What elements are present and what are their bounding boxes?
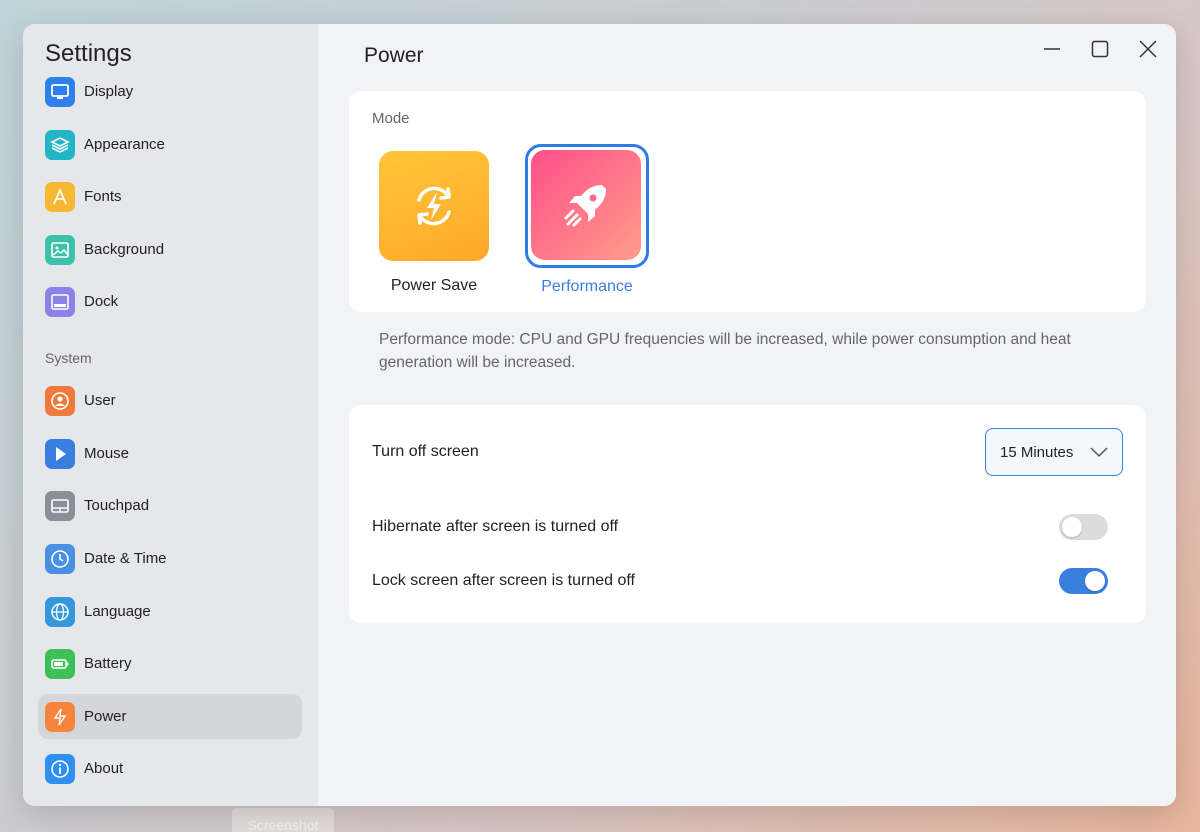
- sidebar-item-label: Background: [84, 241, 165, 258]
- hibernate-label: Hibernate after screen is turned off: [372, 518, 619, 535]
- screen-settings-card: Turn off screen 15 Minutes Hibernate aft…: [349, 405, 1146, 623]
- sidebar-item-background[interactable]: Background: [38, 227, 302, 272]
- mode-card: Mode Power Save Performance: [349, 91, 1146, 312]
- minimize-icon: [1044, 48, 1060, 50]
- maximize-icon: [1091, 40, 1109, 58]
- globe-icon: [45, 596, 75, 627]
- sidebar-item-label: Battery: [84, 655, 132, 672]
- sidebar-item-dock[interactable]: Dock: [38, 279, 302, 324]
- window-controls: [1036, 36, 1164, 62]
- hibernate-toggle[interactable]: [1059, 514, 1108, 540]
- sidebar-item-mouse[interactable]: Mouse: [38, 431, 302, 476]
- sidebar-item-label: Mouse: [84, 445, 130, 462]
- chevron-down-icon: [1090, 447, 1108, 458]
- sidebar-title: Settings: [45, 40, 132, 67]
- user-icon: [45, 385, 75, 416]
- sidebar-item-about[interactable]: About: [38, 746, 302, 791]
- background-screenshot-label: Screenshot: [232, 808, 334, 832]
- mode-title: Mode: [372, 110, 410, 127]
- mode-option-power-save[interactable]: Power Save: [372, 151, 496, 295]
- settings-window: Settings Display Appearance Fonts Backgr…: [23, 24, 1176, 806]
- sidebar-item-label: Touchpad: [84, 497, 150, 514]
- sidebar-item-date-time[interactable]: Date & Time: [38, 536, 302, 581]
- toggle-knob: [1085, 571, 1105, 591]
- battery-icon: [45, 648, 75, 679]
- image-icon: [45, 234, 75, 265]
- close-button[interactable]: [1132, 36, 1164, 62]
- sidebar-item-label: Display: [84, 83, 134, 100]
- sidebar-item-appearance[interactable]: Appearance: [38, 122, 302, 167]
- lock-screen-label: Lock screen after screen is turned off: [372, 572, 635, 589]
- power-save-icon: [379, 151, 489, 261]
- sidebar-item-display[interactable]: Display: [38, 69, 302, 114]
- sidebar-item-touchpad[interactable]: Touchpad: [38, 483, 302, 528]
- mode-option-performance[interactable]: Performance: [525, 144, 649, 296]
- monitor-icon: [45, 76, 75, 107]
- sidebar-item-label: Date & Time: [84, 550, 167, 567]
- sidebar-item-label: Fonts: [84, 188, 122, 205]
- info-icon: [45, 753, 75, 784]
- turn-off-screen-dropdown[interactable]: 15 Minutes: [985, 428, 1123, 476]
- minimize-button[interactable]: [1036, 36, 1068, 62]
- mode-option-label: Power Save: [390, 277, 478, 294]
- layers-icon: [45, 129, 75, 160]
- close-icon: [1139, 40, 1157, 58]
- selected-frame: [525, 144, 649, 268]
- sidebar-item-language[interactable]: Language: [38, 589, 302, 634]
- maximize-button[interactable]: [1084, 36, 1116, 62]
- sidebar-item-label: Dock: [84, 293, 119, 310]
- sidebar-item-label: Language: [84, 603, 151, 620]
- sidebar-item-label: Power: [84, 708, 127, 725]
- dropdown-value: 15 Minutes: [1000, 443, 1074, 461]
- sidebar-item-user[interactable]: User: [38, 378, 302, 423]
- lightning-icon: [45, 701, 75, 732]
- main-panel: Power Mode Power Save Performance Perfor…: [318, 24, 1176, 806]
- mode-description: Performance mode: CPU and GPU frequencie…: [379, 331, 1071, 371]
- sidebar-item-label: About: [84, 760, 124, 777]
- font-icon: [45, 181, 75, 212]
- clock-icon: [45, 543, 75, 574]
- sidebar: Settings Display Appearance Fonts Backgr…: [23, 24, 318, 806]
- sidebar-item-fonts[interactable]: Fonts: [38, 174, 302, 219]
- lock-screen-toggle[interactable]: [1059, 568, 1108, 594]
- mode-option-label: Performance: [541, 278, 633, 295]
- turn-off-screen-label: Turn off screen: [372, 443, 479, 460]
- sidebar-item-label: Appearance: [84, 136, 165, 153]
- sidebar-item-label: User: [84, 392, 116, 409]
- sidebar-item-power[interactable]: Power: [38, 694, 302, 739]
- dock-icon: [45, 286, 75, 317]
- toggle-knob: [1062, 517, 1082, 537]
- sidebar-section-system: System: [45, 350, 92, 366]
- sidebar-item-battery[interactable]: Battery: [38, 641, 302, 686]
- rocket-icon: [531, 150, 641, 260]
- cursor-icon: [45, 438, 75, 469]
- touchpad-icon: [45, 490, 75, 521]
- page-title: Power: [364, 44, 424, 67]
